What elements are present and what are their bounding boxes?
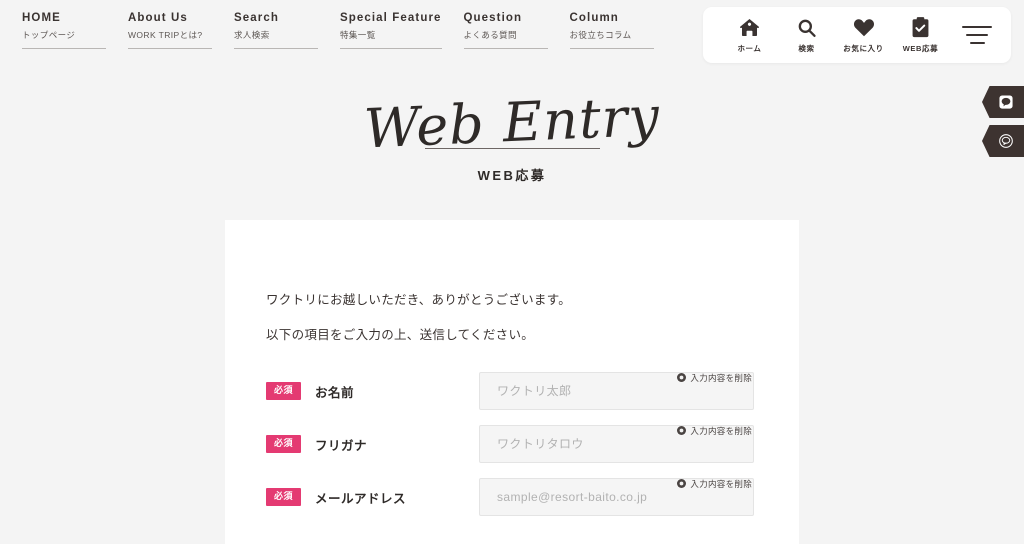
clear-input-button[interactable]: 入力内容を削除 — [677, 478, 752, 490]
clear-circle-icon — [677, 426, 687, 435]
nav-item-label-ja: WORK TRIPとは? — [128, 30, 203, 40]
side-tab-chat[interactable] — [982, 86, 1024, 118]
nav-item-label-en: Question — [463, 12, 523, 24]
field-label: フリガナ — [315, 438, 368, 453]
required-badge: 必須 — [266, 488, 302, 506]
search-icon — [797, 17, 817, 39]
nav-item-label-en: HOME — [22, 12, 61, 24]
form-row-label-group: 必須 メールアドレス — [266, 478, 479, 507]
form-field-list: 入力内容を削除 必須 お名前 ワクトリ太郎 入力内容を削除 必須 フリガナ ワク… — [266, 371, 754, 516]
clear-input-label: 入力内容を削除 — [690, 478, 752, 489]
page-header: Web Entry WEB応募 — [0, 85, 1024, 184]
utility-item-label: 検索 — [798, 43, 815, 53]
nav-item-label-ja: 求人検索 — [234, 30, 270, 40]
clipboard-check-icon — [912, 17, 929, 39]
required-badge: 必須 — [266, 382, 302, 400]
nav-item-special-feature[interactable]: Special Feature 特集一覧 — [340, 11, 442, 49]
form-row-label-group: 必須 お名前 — [266, 372, 479, 401]
hamburger-menu-icon[interactable] — [957, 23, 997, 47]
clear-input-button[interactable]: 入力内容を削除 — [677, 425, 752, 437]
page-title-script: Web Entry — [362, 84, 662, 161]
nav-item-column[interactable]: Column お役立ちコラム — [569, 11, 654, 49]
hamburger-line — [966, 34, 988, 36]
form-row-email: 入力内容を削除 必須 メールアドレス — [266, 477, 754, 516]
nav-item-label-ja: 特集一覧 — [340, 30, 376, 40]
required-badge: 必須 — [266, 435, 302, 453]
nav-item-label-en: Search — [234, 12, 279, 24]
side-tab-line[interactable] — [982, 125, 1024, 157]
clear-circle-icon — [677, 479, 687, 488]
nav-item-home[interactable]: HOME トップページ — [22, 11, 106, 49]
utility-icon-bar: ホーム 検索 お気に入り WEB応募 — [703, 7, 1011, 63]
page-subtitle: WEB応募 — [477, 168, 547, 183]
form-row-furigana: 入力内容を削除 必須 フリガナ — [266, 424, 754, 463]
clear-circle-icon — [677, 373, 687, 382]
clear-input-label: 入力内容を削除 — [690, 425, 752, 436]
nav-item-question[interactable]: Question よくある質問 — [463, 11, 548, 49]
clear-input-button[interactable]: 入力内容を削除 — [677, 372, 752, 384]
hamburger-line — [969, 42, 985, 44]
field-label: お名前 — [315, 385, 355, 400]
floating-side-tabs — [982, 86, 1024, 157]
chat-bubble-icon — [999, 95, 1013, 109]
nav-item-label-en: Column — [569, 12, 619, 24]
nav-item-label-ja: よくある質問 — [463, 30, 517, 40]
intro-text-line-2: 以下の項目をご入力の上、送信してください。 — [266, 327, 535, 342]
hamburger-line — [962, 26, 992, 28]
home-icon — [739, 17, 760, 39]
utility-item-home[interactable]: ホーム — [721, 17, 778, 54]
form-card-inner: ワクトリにお越しいただき、ありがとうございます。 以下の項目をご入力の上、送信し… — [225, 220, 799, 516]
form-row-name: 入力内容を削除 必須 お名前 — [266, 371, 754, 410]
field-label: メールアドレス — [315, 491, 407, 506]
nav-item-label-ja: お役立ちコラム — [569, 30, 632, 40]
clear-input-label: 入力内容を削除 — [690, 372, 752, 383]
form-row-label-group: 必須 フリガナ — [266, 425, 479, 454]
form-card: ワクトリにお越しいただき、ありがとうございます。 以下の項目をご入力の上、送信し… — [225, 220, 799, 544]
heart-icon — [853, 17, 875, 39]
main-navigation: HOME トップページ About Us WORK TRIPとは? Search… — [22, 11, 654, 49]
nav-item-label-ja: トップページ — [22, 30, 76, 40]
nav-item-label-en: Special Feature — [340, 12, 442, 24]
top-navigation-bar: HOME トップページ About Us WORK TRIPとは? Search… — [0, 0, 1024, 70]
line-app-icon — [999, 134, 1013, 148]
utility-item-label: WEB応募 — [902, 43, 939, 53]
nav-item-search[interactable]: Search 求人検索 — [234, 11, 318, 49]
utility-item-web-entry[interactable]: WEB応募 — [892, 17, 949, 54]
intro-text-line-1: ワクトリにお越しいただき、ありがとうございます。 — [266, 292, 572, 307]
nav-item-about-us[interactable]: About Us WORK TRIPとは? — [128, 11, 212, 49]
nav-item-label-en: About Us — [128, 12, 188, 24]
utility-item-favorites[interactable]: お気に入り — [835, 17, 892, 54]
utility-item-label: お気に入り — [843, 43, 884, 53]
utility-item-search[interactable]: 検索 — [778, 17, 835, 54]
utility-item-label: ホーム — [737, 43, 762, 53]
